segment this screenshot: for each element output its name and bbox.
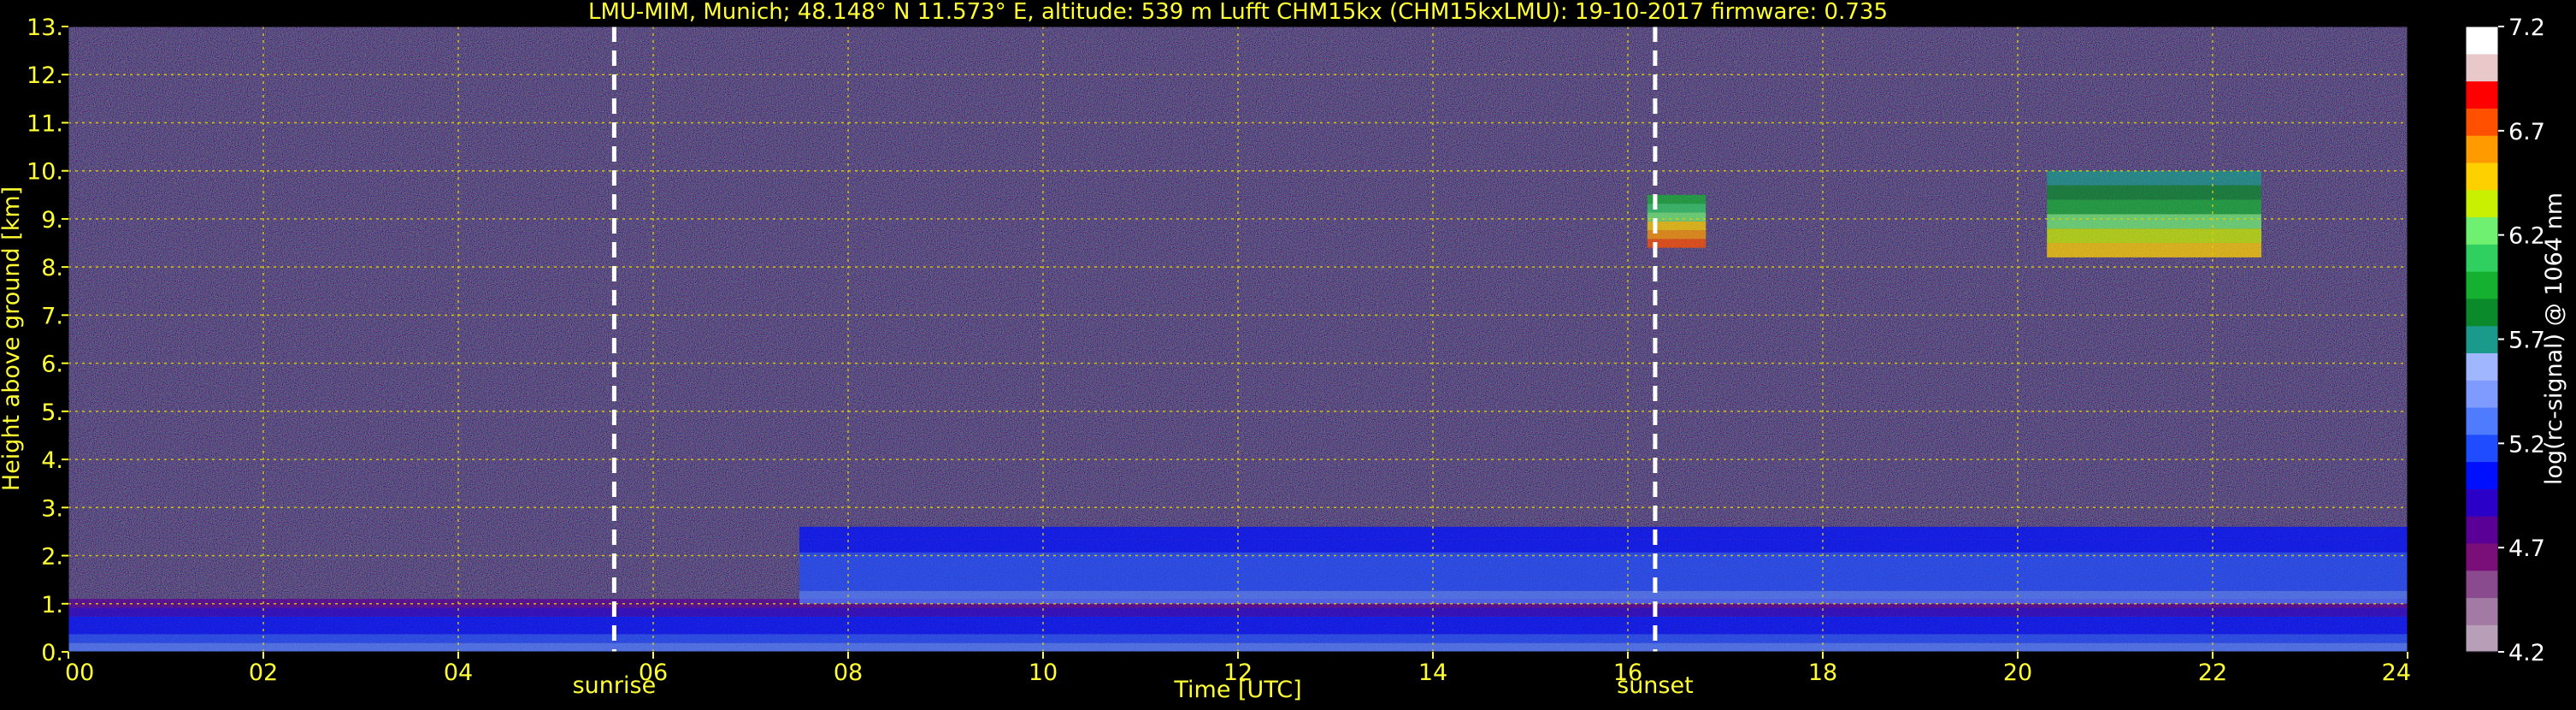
feature-band bbox=[799, 526, 2408, 540]
colorbar-segment bbox=[2466, 298, 2498, 327]
x-tick-label: 14 bbox=[1418, 660, 1447, 686]
x-axis-label: Time [UTC] bbox=[1173, 677, 1301, 703]
x-tick-label: 20 bbox=[2003, 660, 2032, 686]
colorbar-segment bbox=[2466, 189, 2498, 218]
y-axis-label: Height above ground [km] bbox=[0, 186, 25, 491]
ceilometer-figure: LMU-MIM, Munich; 48.148° N 11.573° E, al… bbox=[0, 0, 2576, 707]
y-tick-label: 2. bbox=[41, 544, 63, 571]
feature-band bbox=[799, 552, 2408, 565]
y-tick-label: 10. bbox=[27, 159, 63, 186]
colorbar-segment bbox=[2466, 27, 2498, 55]
colorbar-segment bbox=[2466, 516, 2498, 544]
colorbar-segment bbox=[2466, 80, 2498, 109]
colorbar-segment bbox=[2466, 216, 2498, 245]
y-tick-label: 11. bbox=[27, 110, 63, 137]
colorbar-label: log(rc-signal) @ 1064 nm bbox=[2541, 192, 2567, 485]
marker-label-sunset: sunset bbox=[1617, 672, 1694, 699]
y-tick-label: 8. bbox=[41, 255, 63, 281]
y-tick-label: 1. bbox=[41, 592, 63, 618]
y-axis: 0. 1. 2. 3. 4. 5. 6. 7. 8. 9. 10. 11. 12. 13. bbox=[27, 15, 68, 666]
colorbar-segment bbox=[2466, 461, 2498, 489]
y-tick-label: 9. bbox=[41, 207, 63, 234]
feature-band bbox=[2047, 170, 2261, 186]
colorbar-segment bbox=[2466, 135, 2498, 163]
x-tick-label: 24 bbox=[2382, 660, 2411, 686]
feature-band bbox=[2047, 214, 2261, 229]
x-tick-label: 22 bbox=[2198, 660, 2227, 686]
y-tick-label: 5. bbox=[41, 399, 63, 426]
colorbar-tick-label: 6.2 bbox=[2508, 223, 2545, 250]
feature-band bbox=[799, 590, 2408, 604]
colorbar-segment bbox=[2466, 352, 2498, 381]
colorbar-segment bbox=[2466, 244, 2498, 272]
colorbar-segment bbox=[2466, 271, 2498, 299]
feature-band bbox=[799, 577, 2408, 591]
x-tick-label: 10 bbox=[1029, 660, 1058, 686]
feature-band bbox=[2047, 199, 2261, 215]
y-tick-label: 3. bbox=[41, 495, 63, 522]
y-tick-label: 0. bbox=[41, 640, 63, 666]
y-tick-label: 7. bbox=[41, 303, 63, 329]
x-tick-label: 18 bbox=[1808, 660, 1837, 686]
colorbar-tick-label: 5.2 bbox=[2508, 431, 2545, 458]
colorbar-segment bbox=[2466, 162, 2498, 191]
colorbar-segment bbox=[2466, 325, 2498, 353]
y-tick-label: 4. bbox=[41, 447, 63, 474]
colorbar-tick-label: 4.7 bbox=[2508, 535, 2545, 562]
x-tick-label: 04 bbox=[444, 660, 473, 686]
colorbar-segment bbox=[2466, 53, 2498, 82]
colorbar-segment bbox=[2466, 434, 2498, 463]
feature-band bbox=[2047, 228, 2261, 244]
chart-title: LMU-MIM, Munich; 48.148° N 11.573° E, al… bbox=[588, 0, 1888, 25]
colorbar-tick-label: 7.2 bbox=[2508, 15, 2545, 41]
feature-band bbox=[2047, 185, 2261, 200]
marker-label-sunrise: sunrise bbox=[573, 672, 657, 699]
x-tick-label: 00 bbox=[65, 660, 94, 686]
colorbar-segment bbox=[2466, 624, 2498, 653]
x-tick-label: 08 bbox=[834, 660, 863, 686]
colorbar-segment bbox=[2466, 542, 2498, 571]
colorbar-segment bbox=[2466, 380, 2498, 408]
sun-marker-labels: sunrise sunset bbox=[573, 672, 1694, 699]
colorbar-segment bbox=[2466, 488, 2498, 517]
feature-band bbox=[68, 634, 2408, 643]
colorbar-tick-label: 5.7 bbox=[2508, 328, 2545, 354]
colorbar-segment bbox=[2466, 406, 2498, 435]
y-tick-label: 13. bbox=[27, 15, 63, 41]
feature-band bbox=[799, 539, 2408, 553]
feature-band bbox=[799, 565, 2408, 578]
colorbar-segment bbox=[2466, 108, 2498, 136]
colorbar-segment bbox=[2466, 570, 2498, 599]
feature-band bbox=[2047, 243, 2261, 257]
plot-area bbox=[68, 27, 2408, 652]
colorbar: 4.2 4.7 5.2 5.7 6.2 6.7 7.2 bbox=[2465, 15, 2545, 666]
y-tick-label: 12. bbox=[27, 62, 63, 89]
ceilometer-chart: LMU-MIM, Munich; 48.148° N 11.573° E, al… bbox=[0, 0, 2567, 703]
x-tick-label: 02 bbox=[249, 660, 278, 686]
colorbar-segment bbox=[2466, 597, 2498, 625]
colorbar-tick-label: 4.2 bbox=[2508, 640, 2545, 666]
y-tick-label: 6. bbox=[41, 352, 63, 378]
colorbar-tick-label: 6.7 bbox=[2508, 119, 2545, 145]
